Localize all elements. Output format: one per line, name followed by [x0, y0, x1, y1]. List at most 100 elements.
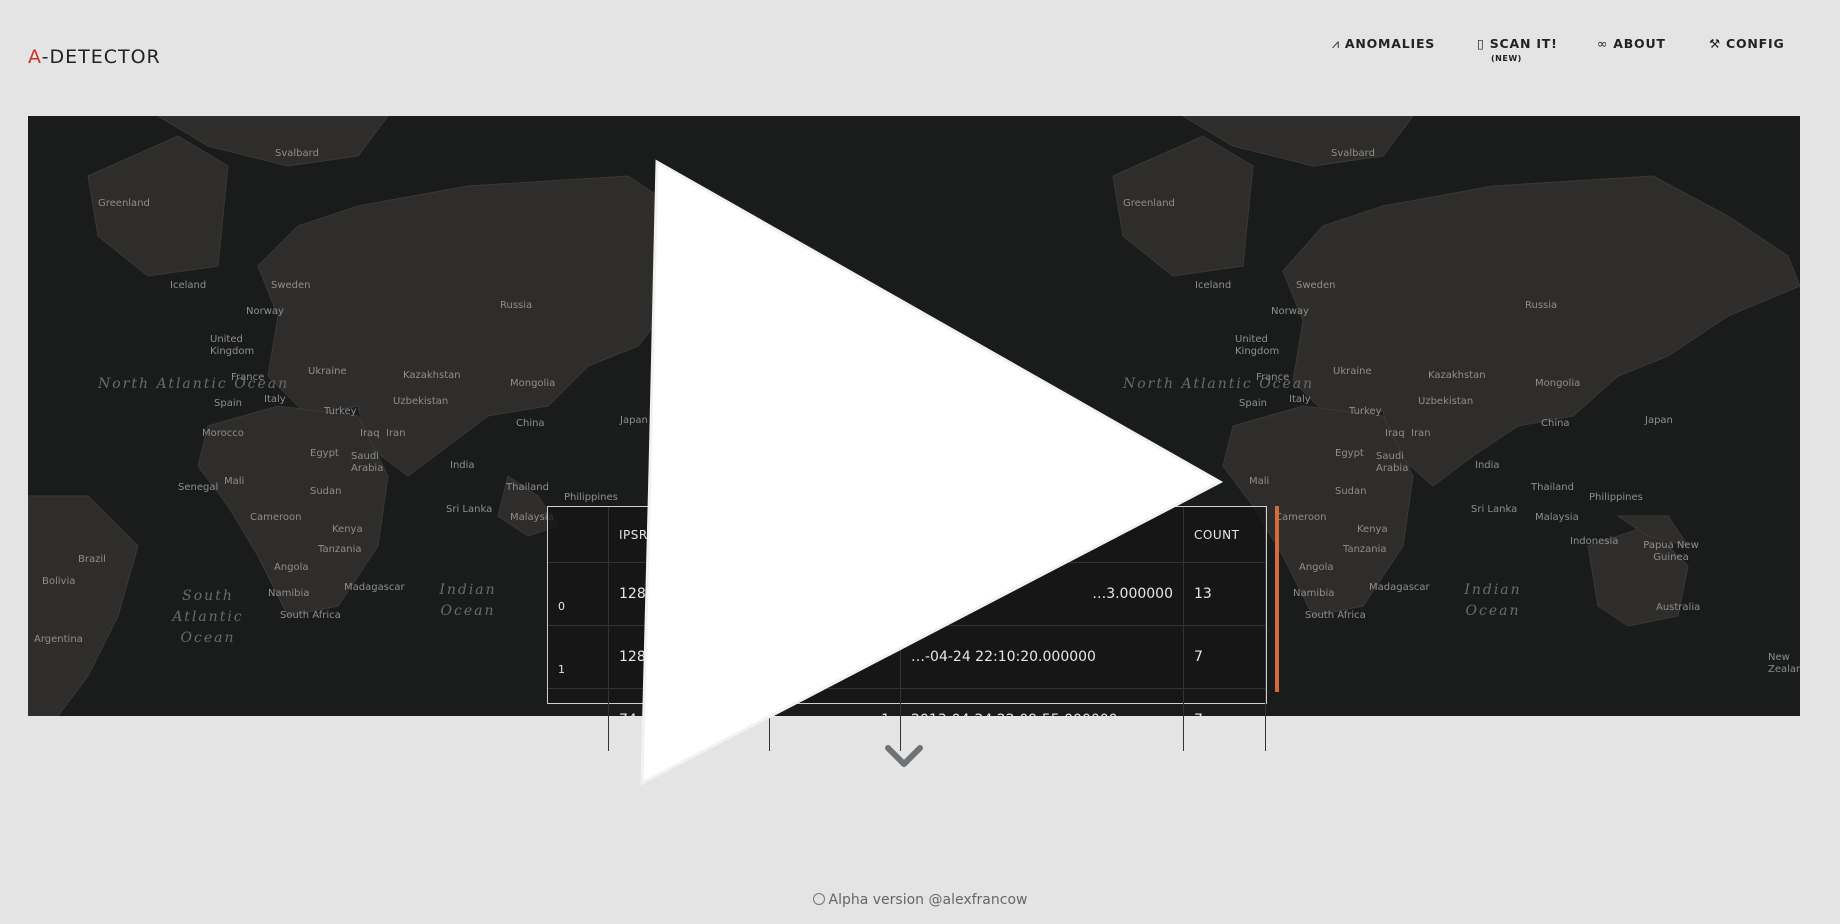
logo-prefix: A	[28, 46, 42, 68]
map-label-madagascar: Madagascar	[344, 582, 405, 593]
footer-text[interactable]: Alpha version @alexfrancow	[829, 892, 1028, 908]
map-label-mali-2: Mali	[1249, 476, 1270, 487]
header-timestamp[interactable]	[900, 507, 1184, 563]
map-label-senegal: Senegal	[178, 482, 219, 493]
map-label-thailand-2: Thailand	[1531, 482, 1574, 493]
cell-ipsrc: 128.	[608, 562, 770, 626]
map-label-saudi-arabia-2: Saudi Arabia	[1376, 451, 1409, 474]
map-label-ukraine-2: Ukraine	[1333, 366, 1372, 377]
map-label-japan: Japan	[620, 415, 648, 426]
ocean-south-atlantic: South Atlantic Ocean	[172, 588, 244, 646]
app-logo[interactable]: A-DETECTOR	[28, 46, 161, 68]
map-label-italy: Italy	[264, 394, 286, 405]
anomalies-table[interactable]: IPSRC COUNT 0 128. …3.000000 13 1 128. ……	[547, 506, 1267, 751]
chart-line-icon: ⩘	[1332, 36, 1340, 51]
map-label-egypt: Egypt	[310, 448, 339, 459]
map-label-iceland-2: Iceland	[1195, 280, 1232, 291]
map-label-iran: Iran	[386, 428, 406, 439]
map-label-kazakhstan-2: Kazakhstan	[1428, 370, 1486, 381]
nav-about[interactable]: ∞ ABOUT	[1597, 36, 1666, 51]
wrench-icon: ⚒	[1709, 36, 1722, 51]
nav-scan-it[interactable]: ▯ SCAN IT! (NEW)	[1477, 36, 1558, 63]
map-label-uzbekistan-2: Uzbekistan	[1418, 396, 1474, 407]
header-ipsrc[interactable]: IPSRC	[608, 507, 770, 563]
map-label-uk: United Kingdom	[210, 334, 255, 357]
row-index: 1	[548, 625, 609, 689]
map-label-uk-2: United Kingdom	[1235, 334, 1280, 357]
map-label-iceland: Iceland	[170, 280, 207, 291]
ocean-north-atlantic-2: North Atlantic Ocean	[1123, 376, 1315, 392]
row-index: 2	[548, 688, 609, 751]
map-label-russia: Russia	[500, 300, 533, 311]
cell-ipsrc: 74.1	[608, 688, 770, 751]
map-label-sweden-2: Sweden	[1296, 280, 1336, 291]
file-icon: ▯	[1477, 36, 1485, 51]
map-label-sri-lanka-2: Sri Lanka	[1471, 504, 1518, 515]
chevron-down-icon[interactable]	[885, 744, 923, 768]
logo-suffix: -DETECTOR	[41, 46, 161, 68]
map-label-turkey-2: Turkey	[1349, 406, 1382, 417]
map-label-philippines-2: Philippines	[1589, 492, 1643, 503]
map-label-cameroon: Cameroon	[250, 512, 302, 523]
map-label-tanzania-2: Tanzania	[1343, 544, 1387, 555]
map-label-south-africa: South Africa	[280, 610, 341, 621]
map-label-tanzania: Tanzania	[318, 544, 362, 555]
map-label-kenya: Kenya	[332, 524, 363, 535]
map-label-sudan-2: Sudan	[1335, 486, 1367, 497]
header-col-2[interactable]	[769, 507, 901, 563]
cell-count: 7	[1183, 625, 1266, 689]
cell-col-2	[769, 562, 901, 626]
map-label-mongolia-2: Mongolia	[1535, 378, 1581, 389]
map-label-norway-2: Norway	[1271, 306, 1309, 317]
map-label-bolivia: Bolivia	[42, 576, 76, 587]
map-label-sri-lanka: Sri Lanka	[446, 504, 493, 515]
ocean-indian: Indian Ocean	[439, 582, 497, 619]
nav-config[interactable]: ⚒ CONFIG	[1709, 36, 1785, 51]
map-label-kazakhstan: Kazakhstan	[403, 370, 461, 381]
map-label-angola-2: Angola	[1299, 562, 1334, 573]
map-label-uzbekistan: Uzbekistan	[393, 396, 449, 407]
map-label-angola: Angola	[274, 562, 309, 573]
map-label-papua-new-guinea: Papua New Guinea	[1643, 540, 1699, 563]
map-label-norway: Norway	[246, 306, 284, 317]
map-label-china-2: China	[1541, 418, 1570, 429]
map-label-cameroon-2: Cameroon	[1275, 512, 1327, 523]
cell-timestamp: 2013-04-24 22:09:55.000000	[900, 688, 1184, 751]
table-scrollbar[interactable]	[1275, 506, 1279, 692]
map-label-italy-2: Italy	[1289, 394, 1311, 405]
map-label-sudan: Sudan	[310, 486, 342, 497]
header-count[interactable]: COUNT	[1183, 507, 1266, 563]
map-label-ukraine: Ukraine	[308, 366, 347, 377]
map-label-iraq: Iraq	[360, 428, 380, 439]
map-label-saudi-arabia: Saudi Arabia	[351, 451, 384, 474]
cell-count: 7	[1183, 688, 1266, 751]
map-label-south-africa-2: South Africa	[1305, 610, 1366, 621]
map-label-egypt-2: Egypt	[1335, 448, 1364, 459]
header-index	[548, 507, 609, 563]
map-label-iraq-2: Iraq	[1385, 428, 1405, 439]
map-label-spain: Spain	[214, 398, 242, 409]
map-label-greenland-2: Greenland	[1123, 198, 1175, 209]
map-label-morocco: Morocco	[202, 428, 244, 439]
table-row[interactable]: 1 128. …-04-24 22:10:20.000000 7	[548, 625, 1266, 689]
map-label-svalbard: Svalbard	[275, 148, 319, 159]
ocean-indian-2: Indian Ocean	[1464, 582, 1522, 619]
nav-anomalies[interactable]: ⩘ ANOMALIES	[1332, 36, 1435, 52]
cell-col-2: 1	[769, 688, 901, 751]
map-label-china: China	[516, 418, 545, 429]
cell-timestamp: …-04-24 22:10:20.000000	[900, 625, 1184, 689]
map-label-sweden: Sweden	[271, 280, 311, 291]
map-label-new-zealand: New Zealand	[1768, 652, 1800, 675]
map-label-japan-2: Japan	[1645, 415, 1673, 426]
map-label-namibia-2: Namibia	[1293, 588, 1335, 599]
table-row[interactable]: 2 74.1 1 2013-04-24 22:09:55.000000 7	[548, 688, 1266, 751]
map-label-madagascar-2: Madagascar	[1369, 582, 1430, 593]
github-icon[interactable]	[812, 893, 825, 905]
row-index: 0	[548, 562, 609, 626]
ocean-north-atlantic: North Atlantic Ocean	[98, 376, 290, 392]
new-badge: (NEW)	[1491, 54, 1522, 63]
cell-col-2	[769, 625, 901, 689]
table-row[interactable]: 0 128. …3.000000 13	[548, 562, 1266, 626]
table-header-row: IPSRC COUNT	[548, 507, 1266, 563]
cell-timestamp: …3.000000	[900, 562, 1184, 626]
